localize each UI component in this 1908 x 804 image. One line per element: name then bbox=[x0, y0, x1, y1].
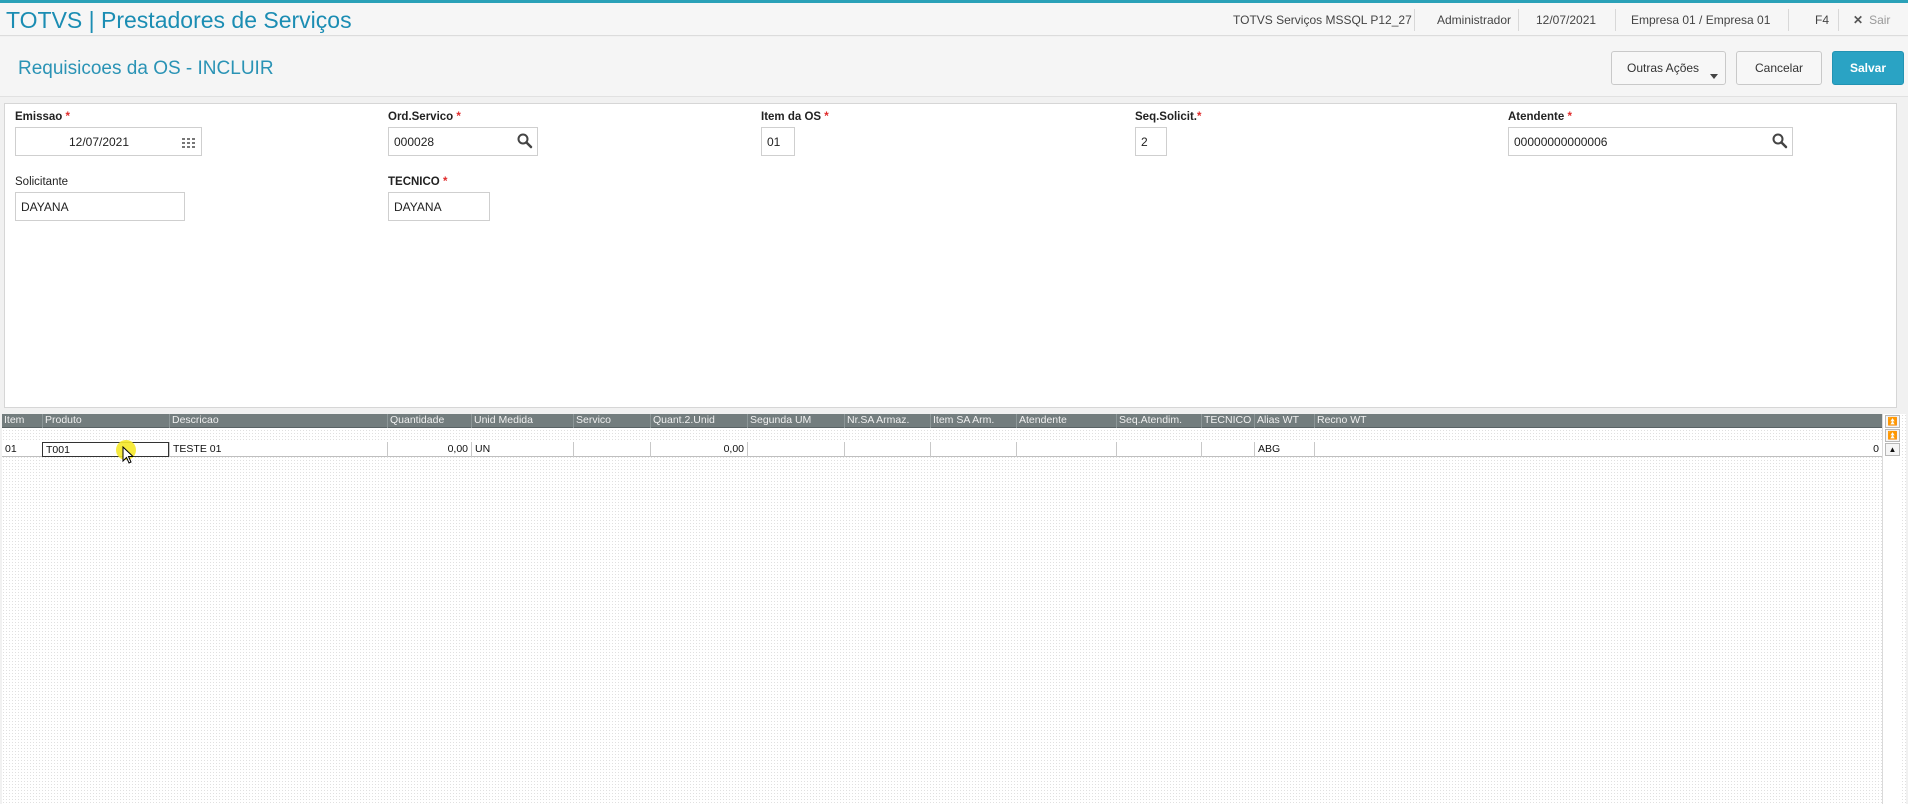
col-header-recno-wt[interactable]: Recno WT bbox=[1314, 414, 1882, 428]
cell-segunda-um[interactable] bbox=[747, 442, 844, 457]
atendente-input[interactable]: 00000000000006 bbox=[1508, 127, 1793, 156]
divider bbox=[1788, 9, 1789, 31]
divider bbox=[1414, 9, 1415, 31]
solicitante-label: Solicitante bbox=[15, 176, 69, 188]
save-label: Salvar bbox=[1849, 61, 1887, 75]
col-header-alias-wt[interactable]: Alias WT bbox=[1254, 414, 1314, 428]
cell-alias-wt[interactable]: ABG bbox=[1254, 442, 1314, 457]
company-label[interactable]: Empresa 01 / Empresa 01 bbox=[1631, 13, 1770, 27]
calendar-icon[interactable] bbox=[180, 134, 198, 152]
user-label[interactable]: Administrador bbox=[1437, 13, 1511, 27]
cell-quantidade[interactable]: 0,00 bbox=[387, 442, 471, 457]
close-icon: ✕ bbox=[1853, 13, 1864, 27]
table-row[interactable]: 01 T001 TESTE 01 0,00 UN 0,00 ABG 0 bbox=[2, 442, 1882, 457]
col-header-nr-sa-armaz[interactable]: Nr.SA Armaz. bbox=[844, 414, 930, 428]
seq-solicit-input[interactable]: 2 bbox=[1135, 127, 1167, 156]
col-header-atendente[interactable]: Atendente bbox=[1016, 414, 1116, 428]
more-actions-button[interactable]: Outras Ações bbox=[1611, 51, 1726, 85]
grid-scrollbar[interactable]: ⏫ ⏫ ▲ bbox=[1882, 414, 1902, 804]
ord-servico-label: Ord.Servico * bbox=[388, 111, 461, 123]
page-header: Requisicoes da OS - INCLUIR Outras Ações… bbox=[0, 37, 1908, 97]
field-seq-solicit: Seq.Solicit.* 2 bbox=[1135, 111, 1202, 156]
items-grid: Item Produto Descricao Quantidade Unid M… bbox=[2, 414, 1906, 804]
cell-item[interactable]: 01 bbox=[2, 442, 42, 457]
search-icon[interactable] bbox=[1771, 132, 1789, 150]
cancel-button[interactable]: Cancelar bbox=[1736, 51, 1822, 85]
field-atendente: Atendente * 00000000000006 bbox=[1508, 111, 1793, 156]
col-header-tecnico[interactable]: TECNICO bbox=[1201, 414, 1254, 428]
field-emissao: Emissao * 12/07/2021 bbox=[15, 111, 202, 156]
more-actions-label: Outras Ações bbox=[1627, 61, 1700, 75]
exit-label: Sair bbox=[1869, 13, 1891, 27]
cell-seq-atendim[interactable] bbox=[1116, 442, 1201, 457]
cancel-label: Cancelar bbox=[1754, 61, 1804, 75]
divider bbox=[1615, 9, 1616, 31]
col-header-item-sa-arm[interactable]: Item SA Arm. bbox=[930, 414, 1016, 428]
col-header-descricao[interactable]: Descricao bbox=[169, 414, 387, 428]
environment-label: TOTVS Serviços MSSQL P12_27 bbox=[1233, 13, 1412, 27]
cell-servico[interactable] bbox=[573, 442, 650, 457]
grid-header: Item Produto Descricao Quantidade Unid M… bbox=[2, 414, 1882, 428]
exit-button[interactable]: ✕ Sair bbox=[1853, 13, 1890, 27]
field-ord-servico: Ord.Servico * 000028 bbox=[388, 111, 538, 156]
cell-recno-wt[interactable]: 0 bbox=[1314, 442, 1882, 457]
col-header-servico[interactable]: Servico bbox=[573, 414, 650, 428]
cell-atendente[interactable] bbox=[1016, 442, 1116, 457]
divider bbox=[1518, 9, 1519, 31]
col-header-unid-medida[interactable]: Unid Medida bbox=[471, 414, 573, 428]
cell-unid-medida[interactable]: UN bbox=[471, 442, 573, 457]
col-header-produto[interactable]: Produto bbox=[42, 414, 169, 428]
cell-item-sa-arm[interactable] bbox=[930, 442, 1016, 457]
cell-nr-sa-armaz[interactable] bbox=[844, 442, 930, 457]
col-header-item[interactable]: Item bbox=[2, 414, 42, 428]
cell-quant2unid[interactable]: 0,00 bbox=[650, 442, 747, 457]
cell-tecnico[interactable] bbox=[1201, 442, 1254, 457]
scroll-up-icon[interactable]: ▲ bbox=[1885, 443, 1900, 456]
col-header-quantidade[interactable]: Quantidade bbox=[387, 414, 471, 428]
search-icon[interactable] bbox=[516, 132, 534, 150]
date-label: 12/07/2021 bbox=[1536, 13, 1597, 27]
save-button[interactable]: Salvar bbox=[1832, 51, 1904, 85]
emissao-input[interactable]: 12/07/2021 bbox=[15, 127, 202, 156]
form-panel: Emissao * 12/07/2021 Ord.Servico * 00002… bbox=[4, 103, 1897, 408]
solicitante-input[interactable]: DAYANA bbox=[15, 192, 185, 221]
field-tecnico: TECNICO * DAYANA bbox=[388, 176, 490, 221]
col-header-segunda-um[interactable]: Segunda UM bbox=[747, 414, 844, 428]
top-bar: TOTVS | Prestadores de Serviços TOTVS Se… bbox=[0, 3, 1908, 36]
field-solicitante: Solicitante DAYANA bbox=[15, 176, 185, 221]
tecnico-label: TECNICO * bbox=[388, 176, 448, 188]
col-header-quant2unid[interactable]: Quant.2.Unid bbox=[650, 414, 747, 428]
atendente-label: Atendente * bbox=[1508, 111, 1572, 123]
app-title: TOTVS | Prestadores de Serviços bbox=[6, 7, 352, 33]
item-os-label: Item da OS * bbox=[761, 111, 829, 123]
scroll-top-icon[interactable]: ⏫ bbox=[1885, 415, 1900, 428]
cell-descricao[interactable]: TESTE 01 bbox=[169, 442, 387, 457]
col-header-seq-atendim[interactable]: Seq.Atendim. bbox=[1116, 414, 1201, 428]
f4-shortcut[interactable]: F4 bbox=[1815, 13, 1829, 27]
mouse-pointer-icon bbox=[122, 446, 135, 464]
tecnico-input[interactable]: DAYANA bbox=[388, 192, 490, 221]
page-title: Requisicoes da OS - INCLUIR bbox=[18, 58, 274, 79]
item-os-input[interactable]: 01 bbox=[761, 127, 795, 156]
emissao-label: Emissao * bbox=[15, 111, 70, 123]
chevron-down-icon bbox=[1710, 74, 1718, 79]
seq-solicit-label: Seq.Solicit.* bbox=[1135, 111, 1202, 123]
scroll-page-up-icon[interactable]: ⏫ bbox=[1885, 429, 1900, 442]
cell-produto[interactable]: T001 bbox=[42, 442, 169, 457]
divider bbox=[1838, 9, 1839, 31]
field-item-os: Item da OS * 01 bbox=[761, 111, 829, 156]
